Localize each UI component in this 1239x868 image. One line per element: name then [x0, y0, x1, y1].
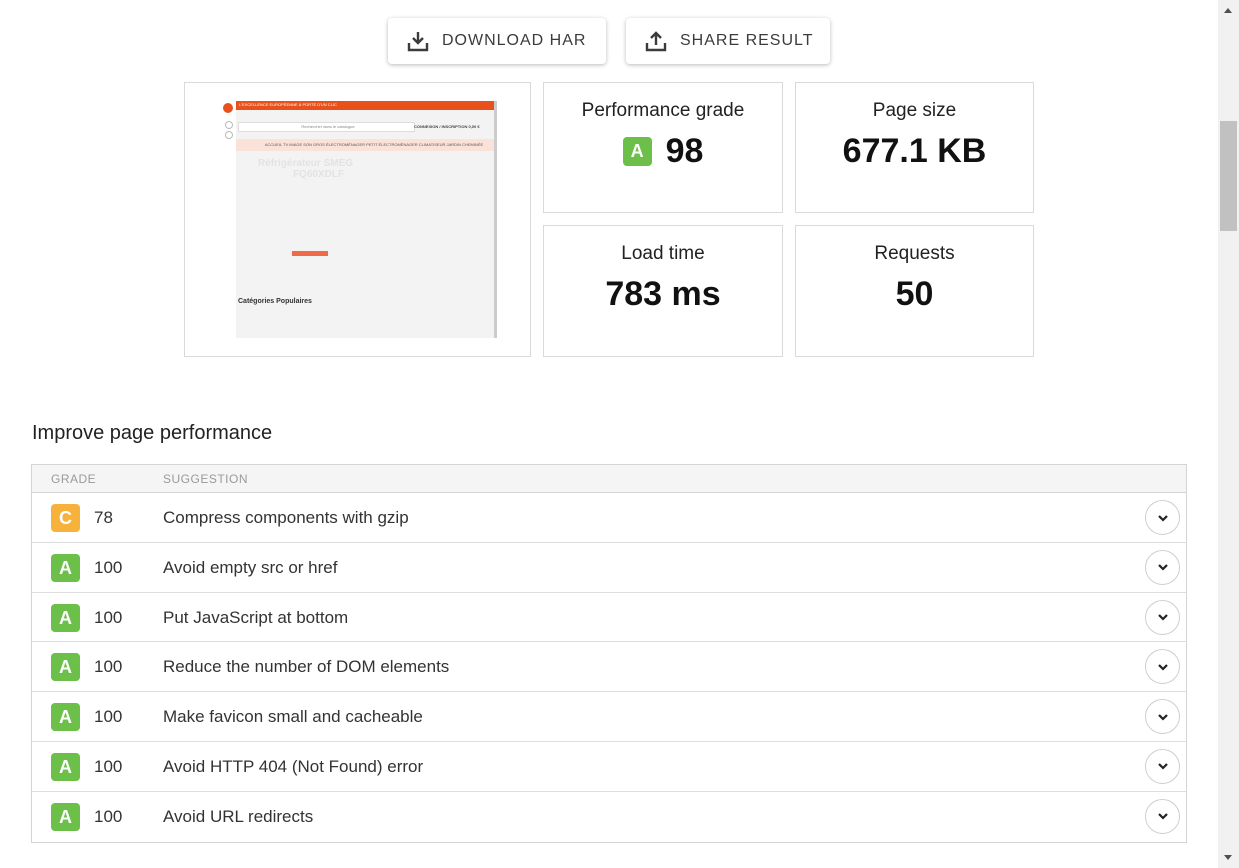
suggestion-text: Avoid empty src or href: [163, 557, 338, 577]
table-header: GRADE SUGGESTION: [32, 465, 1186, 493]
suggestion-column-header: SUGGESTION: [163, 472, 249, 486]
table-row[interactable]: A 100 Put JavaScript at bottom: [32, 593, 1186, 643]
download-icon: [407, 32, 429, 52]
table-row[interactable]: C 78 Compress components with gzip: [32, 493, 1186, 543]
expand-button[interactable]: [1145, 699, 1180, 735]
suggestion-text: Put JavaScript at bottom: [163, 607, 349, 627]
chevron-down-icon: [1157, 614, 1168, 621]
grade-column-header: GRADE: [51, 472, 97, 486]
performance-grade-value: 98: [665, 132, 704, 170]
page-size-value: 677.1 KB: [842, 132, 987, 170]
share-result-label: SHARE RESULT: [680, 32, 814, 49]
scrollbar-thumb[interactable]: [1220, 121, 1237, 231]
suggestion-text: Reduce the number of DOM elements: [163, 657, 450, 677]
expand-button[interactable]: [1145, 549, 1180, 585]
chevron-down-icon: [1157, 713, 1168, 721]
preview-hero-line2: FQ60XDLF: [292, 169, 345, 180]
load-time-label: Load time: [621, 243, 705, 264]
score-value: 100: [94, 756, 123, 776]
score-value: 100: [94, 607, 123, 627]
grade-badge: A: [51, 553, 80, 582]
download-har-label: DOWNLOAD HAR: [442, 32, 587, 49]
chevron-down-icon: [1157, 564, 1168, 571]
grade-badge: A: [622, 137, 652, 166]
preview-cta: [292, 251, 328, 256]
table-row[interactable]: A 100 Make favicon small and cacheable: [32, 692, 1186, 742]
chevron-down-icon: [1157, 813, 1168, 820]
scroll-up-arrow-icon[interactable]: [1224, 8, 1232, 13]
preview-cart-text: 0,00 €: [468, 124, 480, 129]
table-row[interactable]: A 100 Avoid empty src or href: [32, 543, 1186, 593]
screenshot-preview: L'EXCELLENCE EUROPÉENNE À PORTÉ D'UN CLI…: [236, 101, 497, 338]
preview-logo: [223, 103, 233, 113]
preview-hero: Réfrigérateur SMEG FQ60XDLF: [258, 158, 353, 180]
scroll-down-arrow-icon[interactable]: [1224, 855, 1232, 860]
grade-badge: A: [51, 703, 80, 732]
preview-side-icon: [225, 121, 233, 129]
grade-badge: A: [51, 752, 80, 781]
grade-badge: A: [51, 802, 80, 831]
suggestion-text: Make favicon small and cacheable: [163, 707, 423, 727]
table-row[interactable]: A 100 Avoid URL redirects: [32, 792, 1186, 842]
score-value: 100: [94, 557, 123, 577]
grade-badge: A: [51, 603, 80, 632]
preview-search: Rechercher dans le catalogue: [238, 122, 415, 132]
expand-button[interactable]: [1145, 500, 1180, 535]
score-value: 78: [94, 508, 113, 527]
preview-login-text: CONNEXION / INSCRIPTION: [414, 124, 468, 129]
requests-label: Requests: [874, 243, 955, 264]
table-body: C 78 Compress components with gzip A 100 Avoi…: [32, 493, 1186, 842]
grade-badge: A: [51, 653, 80, 682]
table-row[interactable]: A 100 Reduce the number of DOM elements: [32, 642, 1186, 693]
score-value: 100: [94, 806, 123, 826]
suggestion-text: Compress components with gzip: [163, 508, 409, 527]
suggestion-text: Avoid HTTP 404 (Not Found) error: [163, 756, 424, 776]
expand-button[interactable]: [1145, 748, 1180, 784]
performance-grade-label: Performance grade: [581, 100, 745, 121]
load-time-value: 783 ms: [605, 275, 721, 313]
page-size-card: Page size 677.1 KB: [795, 82, 1034, 213]
preview-topbar: L'EXCELLENCE EUROPÉENNE À PORTÉ D'UN CLI…: [236, 101, 494, 110]
share-icon: [645, 31, 667, 52]
preview-hero-line1: Réfrigérateur SMEG: [258, 158, 354, 169]
chevron-down-icon: [1157, 763, 1168, 771]
expand-button[interactable]: [1145, 798, 1180, 834]
score-value: 100: [94, 707, 123, 727]
performance-grade-card: Performance grade A 98: [543, 82, 783, 213]
chevron-down-icon: [1157, 514, 1168, 522]
preview-login: CONNEXION / INSCRIPTION 0,00 €: [414, 124, 480, 129]
performance-grade-value-wrap: A 98: [544, 132, 782, 171]
suggestions-table: GRADE SUGGESTION C 78 Compress components …: [31, 464, 1187, 843]
preview-side-icon: [225, 131, 233, 139]
requests-card: Requests 50: [795, 225, 1034, 357]
chevron-down-icon: [1157, 664, 1168, 671]
expand-button[interactable]: [1145, 649, 1180, 685]
share-result-button[interactable]: SHARE RESULT: [626, 18, 830, 64]
load-time-card: Load time 783 ms: [543, 225, 783, 357]
page-screenshot: L'EXCELLENCE EUROPÉENNE À PORTÉ D'UN CLI…: [184, 82, 531, 357]
requests-value: 50: [895, 275, 934, 313]
suggestion-text: Avoid URL redirects: [163, 806, 314, 826]
preview-topbar-text: L'EXCELLENCE EUROPÉENNE À PORTÉ D'UN CLI…: [239, 102, 337, 107]
section-title: Improve page performance: [32, 422, 273, 444]
page-size-label: Page size: [872, 100, 957, 121]
download-har-button[interactable]: DOWNLOAD HAR: [388, 18, 606, 64]
grade-badge: C: [51, 504, 80, 532]
table-row[interactable]: A 100 Avoid HTTP 404 (Not Found) error: [32, 742, 1186, 792]
score-value: 100: [94, 657, 123, 677]
preview-nav: ACCUEIL TV IMAGE SON GROS ÉLECTROMÉNAGER…: [236, 139, 494, 151]
preview-category-title: Catégories Populaires: [238, 298, 312, 305]
expand-button[interactable]: [1145, 599, 1180, 635]
